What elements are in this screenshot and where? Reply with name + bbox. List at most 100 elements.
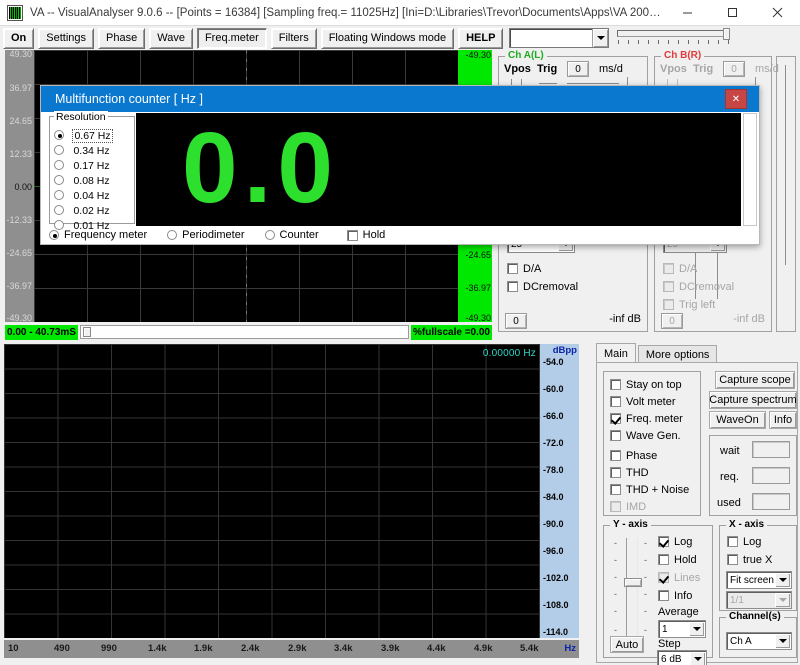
toolbar-trackbar[interactable] [615,28,734,48]
radio-icon [49,230,59,240]
checkbox-y-log[interactable] [658,536,669,547]
chA-vpos-spin[interactable]: 0 [567,61,589,77]
spectrum-y-unit: dBpp [552,345,577,356]
toolbar-button-filters[interactable]: Filters [270,27,317,49]
resolution-group-caption: Resolution [54,111,108,123]
spectrum-x-label: 4.9k [474,643,493,654]
tab-main[interactable]: Main [596,343,636,363]
chA-msd-slider[interactable] [567,83,619,84]
stat-used-label: used [717,497,741,509]
checkbox-stay-on-top[interactable] [610,379,621,390]
hold-checkbox[interactable] [346,229,358,241]
checkbox-freq-meter[interactable] [610,413,621,424]
checkbox-thd-noise[interactable] [610,484,621,495]
stat-used-field[interactable] [752,493,790,510]
chevron-down-icon[interactable] [775,634,790,648]
average-label: Average [658,606,699,618]
checkbox-y-lines[interactable] [658,572,669,583]
step-label: Step [658,638,681,650]
scope-y-label: -12.33 [6,215,32,225]
close-icon[interactable] [755,0,800,26]
spectrum-plot-area[interactable]: 0.00000 Hz [4,344,540,638]
toolbar-button-settings[interactable]: Settings [38,27,95,49]
scope-scrollbar-thumb[interactable] [82,327,91,337]
toolbar-combo[interactable] [509,28,610,48]
checkbox-y-hold[interactable] [658,554,669,565]
checkbox-x-log[interactable] [727,536,738,547]
scope-y-label: 49.30 [9,49,32,59]
chB-vpos-spin[interactable]: 0 [723,61,745,77]
y-axis-slider[interactable] [624,538,642,644]
hold-checkbox-row[interactable]: Hold [346,229,385,241]
close-icon[interactable]: ✕ [725,89,747,109]
checkbox-thd[interactable] [610,467,621,478]
chevron-down-icon[interactable] [592,29,609,47]
chevron-down-icon[interactable] [775,593,790,607]
checkbox-y-info[interactable] [658,590,669,601]
chA-da-checkbox[interactable] [507,263,518,274]
trackbar-thumb[interactable] [723,28,731,40]
chB-bottom-spin[interactable]: 0 [661,313,683,329]
ratio-combo[interactable]: 1/1 [726,591,792,609]
toolbar-button-wave[interactable]: Wave [149,27,193,49]
info-button[interactable]: Info [769,411,797,429]
stat-wait-label: wait [720,445,740,457]
toolbar-button-help[interactable]: HELP [458,27,504,49]
fit-screen-combo[interactable]: Fit screen [726,571,792,589]
auto-button[interactable]: Auto [610,636,644,653]
stat-req-field[interactable] [752,467,790,484]
tab-more-options[interactable]: More options [637,345,718,363]
checkbox-volt-meter[interactable] [610,396,621,407]
title-bar: VA -- VisualAnalyser 9.0.6 -- [Points = … [0,0,800,26]
chB-dcremoval-checkbox[interactable] [663,281,674,292]
spectrum-y-label: -54.0 [543,357,564,367]
toolbar-button-floating-windows-mode[interactable]: Floating Windows mode [320,27,455,49]
capture-scope-button[interactable]: Capture scope [715,371,795,389]
app-window: VA -- VisualAnalyser 9.0.6 -- [Points = … [0,0,800,665]
chA-dcremoval-checkbox[interactable] [507,281,518,292]
average-combo[interactable]: 1 [658,620,706,638]
counter-dialog-scrollbar[interactable] [743,113,757,226]
step-combo[interactable]: 6 dB [657,650,707,665]
capture-spectrum-button[interactable]: Capture spectrum [709,391,797,409]
checkbox-wave-gen[interactable] [610,430,621,441]
spectrum-y-label: -102.0 [543,573,569,583]
chA-bottom-spin[interactable]: 0 [505,313,527,329]
spectrum-y-label: -114.0 [543,627,569,637]
spectrum-y-label: -78.0 [543,465,564,475]
checkbox-true-x[interactable] [727,554,738,565]
master-rail[interactable] [785,65,786,265]
minimize-icon[interactable] [665,0,710,26]
label-imd: IMD [626,501,647,513]
chB-trigleft-checkbox[interactable] [663,299,674,310]
checkbox-imd[interactable] [610,501,621,512]
scope-y-label-zero: 0.00 [14,182,32,192]
scope-scrollbar[interactable] [79,325,409,339]
radio-periodimeter[interactable]: Periodimeter [167,229,245,241]
channel-select-combo[interactable]: Ch A [726,632,792,650]
toolbar-button-on[interactable]: On [3,27,35,49]
maximize-icon[interactable] [710,0,755,26]
chA-trig-label: Trig [537,63,558,75]
chevron-down-icon[interactable] [690,652,705,665]
scope-y-label: -49.30 [6,313,32,323]
spectrum-x-label: 490 [54,643,70,654]
chA-trig-slider[interactable] [539,83,557,84]
spectrum-x-label: 1.4k [148,643,167,654]
chB-da-checkbox[interactable] [663,263,674,274]
counter-dialog-titlebar[interactable]: Multifunction counter [ Hz ] ✕ [41,86,759,112]
checkbox-phase[interactable] [610,450,621,461]
label-y-hold: Hold [674,554,697,566]
radio-frequency-meter[interactable]: Frequency meter [49,229,147,241]
stat-wait-field[interactable] [752,441,790,458]
waveon-button[interactable]: WaveOn [709,411,766,429]
chB-db-readout: -inf dB [733,313,765,325]
y-axis-slider-thumb[interactable] [624,578,642,587]
radio-counter[interactable]: Counter [264,229,319,241]
toolbar-button-freq-meter[interactable]: Freq.meter [196,27,267,49]
chevron-down-icon[interactable] [689,622,704,636]
spectrum-x-label: 3.9k [381,643,400,654]
toolbar-button-phase[interactable]: Phase [98,27,146,49]
counter-mode-row: Frequency meter Periodimeter Counter Hol… [49,226,755,244]
chevron-down-icon[interactable] [775,573,790,587]
